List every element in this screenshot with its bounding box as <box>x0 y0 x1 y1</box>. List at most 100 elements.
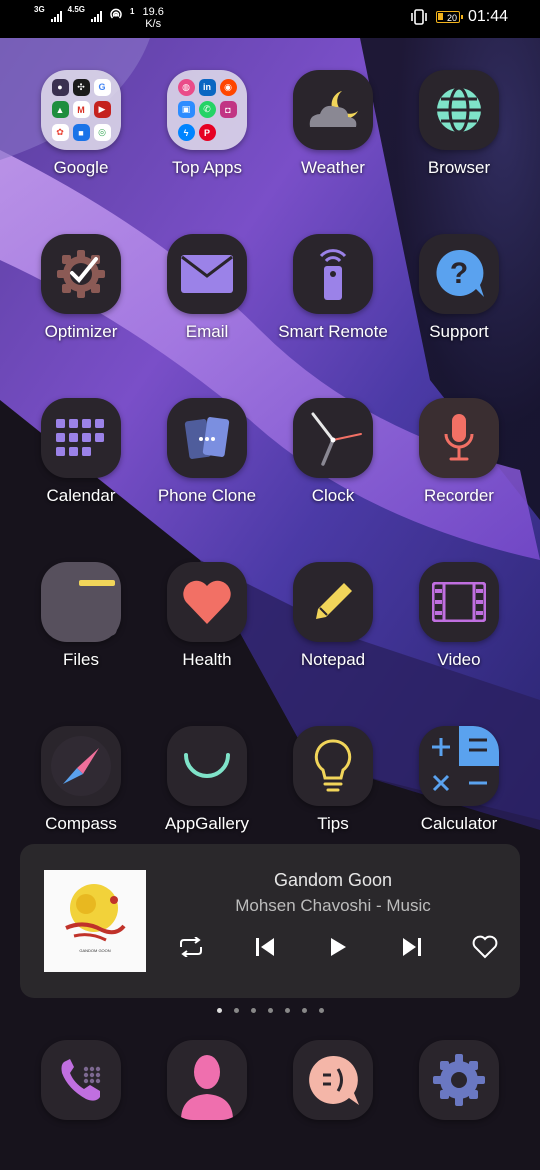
skip-next-icon <box>402 938 421 956</box>
app-weather[interactable]: Weather <box>270 70 396 178</box>
previous-button[interactable] <box>250 932 280 962</box>
app-clock[interactable]: Clock <box>270 398 396 506</box>
gear-check-icon[interactable] <box>41 234 121 314</box>
skip-previous-icon <box>255 938 274 956</box>
vibrate-icon <box>411 9 427 25</box>
dock-settings[interactable] <box>396 1040 522 1120</box>
app-optimizer[interactable]: Optimizer <box>18 234 144 342</box>
app-label: Phone Clone <box>157 486 257 505</box>
youtube-mini-icon: ▶ <box>93 101 111 119</box>
zoom-mini-icon: ▣ <box>177 101 195 119</box>
meet-mini-icon: ■ <box>72 124 90 142</box>
app-files[interactable]: Files <box>18 562 144 670</box>
app-health[interactable]: Health <box>144 562 270 670</box>
dock <box>0 1040 540 1120</box>
page-dot[interactable] <box>318 1008 324 1013</box>
app-recorder[interactable]: Recorder <box>396 398 522 506</box>
app-notepad[interactable]: Notepad <box>270 562 396 670</box>
message-bubble-icon[interactable] <box>293 1040 373 1120</box>
page-dot[interactable] <box>301 1008 307 1013</box>
signal-icon <box>50 8 62 22</box>
clock-icon[interactable] <box>293 398 373 478</box>
page-dot[interactable] <box>284 1008 290 1013</box>
shopping-bag-icon[interactable] <box>167 726 247 806</box>
heart-icon[interactable] <box>167 562 247 642</box>
dock-phone[interactable] <box>18 1040 144 1120</box>
contact-icon[interactable] <box>167 1040 247 1120</box>
app-compass[interactable]: Compass <box>18 726 144 834</box>
film-icon[interactable] <box>419 562 499 642</box>
weather-moon-cloud-icon[interactable] <box>293 70 373 150</box>
google-folder-icon[interactable]: ● ✣ G ▲ M ▶ ✿ ■ ◎ <box>41 70 121 150</box>
favorite-button[interactable] <box>470 932 500 962</box>
page-indicator[interactable] <box>0 1008 540 1013</box>
compass-icon[interactable] <box>41 726 121 806</box>
settings-gear-icon[interactable] <box>419 1040 499 1120</box>
app-support[interactable]: ? Support <box>396 234 522 342</box>
phone-icon[interactable] <box>41 1040 121 1120</box>
folder-icon[interactable] <box>41 562 121 642</box>
status-time: 01:44 <box>467 8 508 25</box>
repeat-button[interactable] <box>176 932 206 962</box>
app-label: AppGallery <box>164 814 250 833</box>
hotspot-icon <box>110 8 122 19</box>
app-label: Email <box>185 322 229 341</box>
speed-unit: K/s <box>145 18 162 30</box>
messenger-mini-icon: ϟ <box>177 124 195 142</box>
question-bubble-icon[interactable]: ? <box>419 234 499 314</box>
app-video[interactable]: Video <box>396 562 522 670</box>
app-google-folder[interactable]: ● ✣ G ▲ M ▶ ✿ ■ ◎ Google <box>18 70 144 178</box>
drive-mini-icon: ▲ <box>51 101 69 119</box>
page-dot[interactable] <box>216 1008 222 1013</box>
app-appgallery[interactable]: AppGallery <box>144 726 270 834</box>
app-label: Optimizer <box>44 322 118 341</box>
pinwheel-mini-icon: ✿ <box>51 124 69 142</box>
whatsapp-mini-icon: ✆ <box>198 101 216 119</box>
battery-icon: 20 <box>435 11 463 23</box>
page-dot[interactable] <box>233 1008 239 1013</box>
app-calculator[interactable]: Calculator <box>396 726 522 834</box>
globe-icon[interactable] <box>419 70 499 150</box>
calculator-icon[interactable] <box>419 726 499 806</box>
pencil-icon[interactable] <box>293 562 373 642</box>
app-browser[interactable]: Browser <box>396 70 522 178</box>
remote-icon[interactable] <box>293 234 373 314</box>
dock-contacts[interactable] <box>144 1040 270 1120</box>
song-title: Gandom Goon <box>273 870 393 890</box>
app-grid: ● ✣ G ▲ M ▶ ✿ ■ ◎ Google ◍ in ◉ ▣ ✆ ◘ ϟ … <box>0 70 540 834</box>
google-mini-icon: G <box>93 78 111 96</box>
app-top-apps-folder[interactable]: ◍ in ◉ ▣ ✆ ◘ ϟ P Top Apps <box>144 70 270 178</box>
hotspot-count: 1 <box>130 7 135 16</box>
gmail-mini-icon: M <box>72 101 90 119</box>
app-tips[interactable]: Tips <box>270 726 396 834</box>
app-label: Health <box>182 650 232 669</box>
phone-clone-icon[interactable] <box>167 398 247 478</box>
page-dot[interactable] <box>267 1008 273 1013</box>
app-label: Calendar <box>46 486 116 505</box>
app-smart-remote[interactable]: Smart Remote <box>270 234 396 342</box>
microphone-icon[interactable] <box>419 398 499 478</box>
music-widget[interactable]: GANDOM GOON Gandom Goon Mohsen Chavoshi … <box>20 844 520 998</box>
envelope-icon[interactable] <box>167 234 247 314</box>
app-phone-clone[interactable]: Phone Clone <box>144 398 270 506</box>
dock-messages[interactable] <box>270 1040 396 1120</box>
reddit-mini-icon: ◉ <box>219 78 237 96</box>
repeat-icon <box>180 937 202 957</box>
app-calendar[interactable]: Calendar <box>18 398 144 506</box>
empty-slot <box>220 124 237 141</box>
next-button[interactable] <box>397 932 427 962</box>
app-email[interactable]: Email <box>144 234 270 342</box>
app-label: Clock <box>311 486 355 505</box>
play-button[interactable] <box>323 932 353 962</box>
page-dot[interactable] <box>250 1008 256 1013</box>
lens-mini-icon: ◎ <box>93 124 111 142</box>
app-label: Browser <box>427 158 491 177</box>
top-apps-folder-icon[interactable]: ◍ in ◉ ▣ ✆ ◘ ϟ P <box>167 70 247 150</box>
app-label: Google <box>53 158 109 177</box>
network-speed: 19.6 K/s <box>142 6 163 30</box>
album-art[interactable]: GANDOM GOON <box>44 870 146 972</box>
calendar-grid-icon[interactable] <box>41 398 121 478</box>
battery-level: 20 <box>446 13 457 23</box>
app-label: Smart Remote <box>278 322 388 341</box>
lightbulb-icon[interactable] <box>293 726 373 806</box>
